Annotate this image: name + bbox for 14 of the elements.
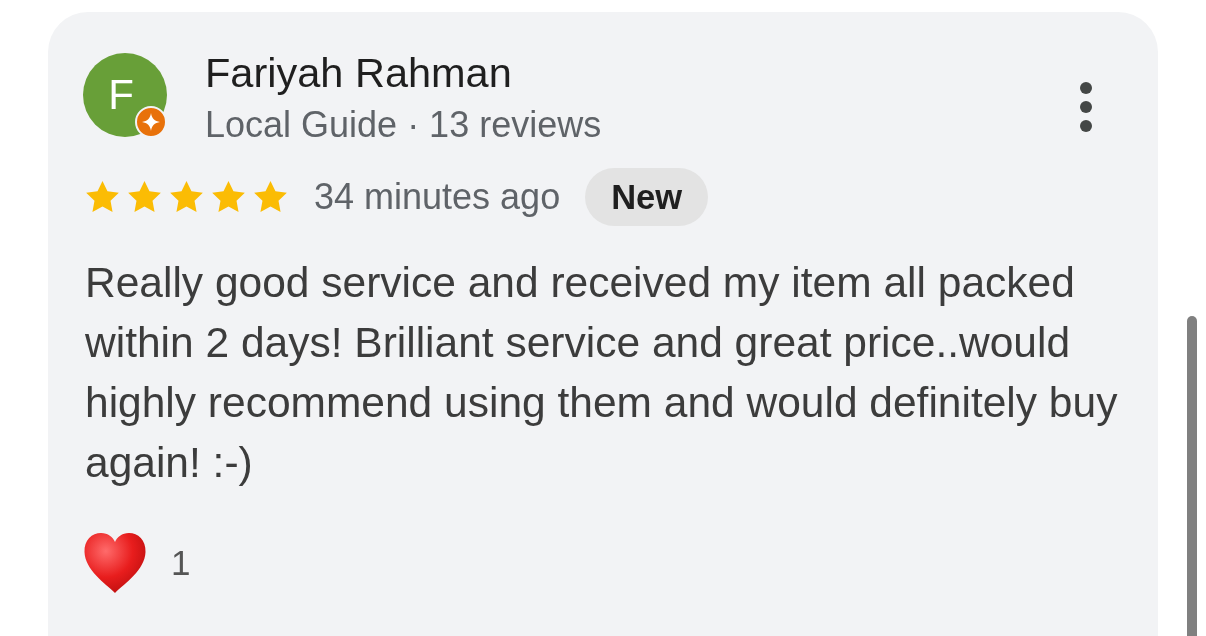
review-text: Really good service and received my item all packed within 2 days! Brilliant service and great price..would highly recommend using them and would definitely buy again! :-) [85,258,1119,488]
star-icon [85,180,120,214]
heart-icon[interactable] [83,532,147,594]
reviewer-info: Local Guide · 13 reviews [205,103,602,147]
star-icon [253,180,288,214]
reviewer-name[interactable]: Fariyah Rahman [205,49,602,97]
vertical-dots-icon [1079,81,1093,133]
scrollbar-thumb[interactable] [1187,316,1197,636]
star-icon [169,180,204,214]
star-icon [127,180,162,214]
reaction-count: 1 [171,543,191,583]
star-icon [211,180,246,214]
review-time: 34 minutes ago [314,176,561,218]
new-badge: New [585,168,709,226]
